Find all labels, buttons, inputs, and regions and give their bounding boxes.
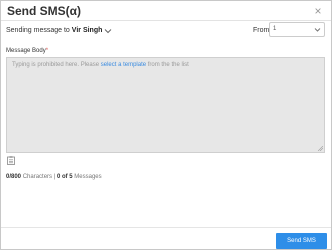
recipient-row: Sending message to Vir Singh	[6, 26, 112, 36]
message-count: 0 of 5	[56, 174, 73, 180]
required-marker: *	[45, 48, 49, 54]
from-label: From	[253, 27, 270, 34]
from-select[interactable]: 1	[269, 22, 325, 37]
send-sms-button[interactable]: Send SMS	[276, 233, 327, 249]
dialog-footer: Send SMS	[1, 227, 331, 250]
dialog-header: Send SMS(α) ×	[1, 1, 331, 21]
recipient-name[interactable]: Vir Singh	[72, 27, 103, 34]
close-button[interactable]: ×	[311, 4, 325, 18]
character-count: 0/800	[6, 174, 22, 180]
recipient-prefix: Sending message to	[6, 27, 70, 34]
message-body-label-text: Message Body	[6, 48, 46, 54]
resize-handle-icon[interactable]	[318, 146, 323, 151]
message-count-label: Messages	[74, 174, 102, 180]
message-counts: 0/800 Characters | 0 of 5 Messages	[6, 173, 102, 181]
placeholder-text-end: from the the list	[147, 62, 189, 68]
clipboard-icon[interactable]	[7, 156, 15, 165]
placeholder-text: Typing is prohibited here. Please	[12, 62, 100, 68]
dialog-title: Send SMS(α)	[7, 4, 82, 18]
from-select-value: 1	[273, 26, 277, 32]
send-sms-dialog: Send SMS(α) × Sending message to Vir Sin…	[0, 0, 332, 250]
message-body-label: Message Body*	[6, 47, 48, 55]
chevron-down-icon	[314, 28, 321, 32]
chevron-down-icon[interactable]	[104, 26, 112, 36]
count-separator: |	[53, 174, 56, 180]
message-body-textarea[interactable]: Typing is prohibited here. Please select…	[6, 57, 325, 153]
select-template-link[interactable]: select a template	[101, 62, 146, 68]
character-count-label: Characters	[22, 174, 53, 180]
